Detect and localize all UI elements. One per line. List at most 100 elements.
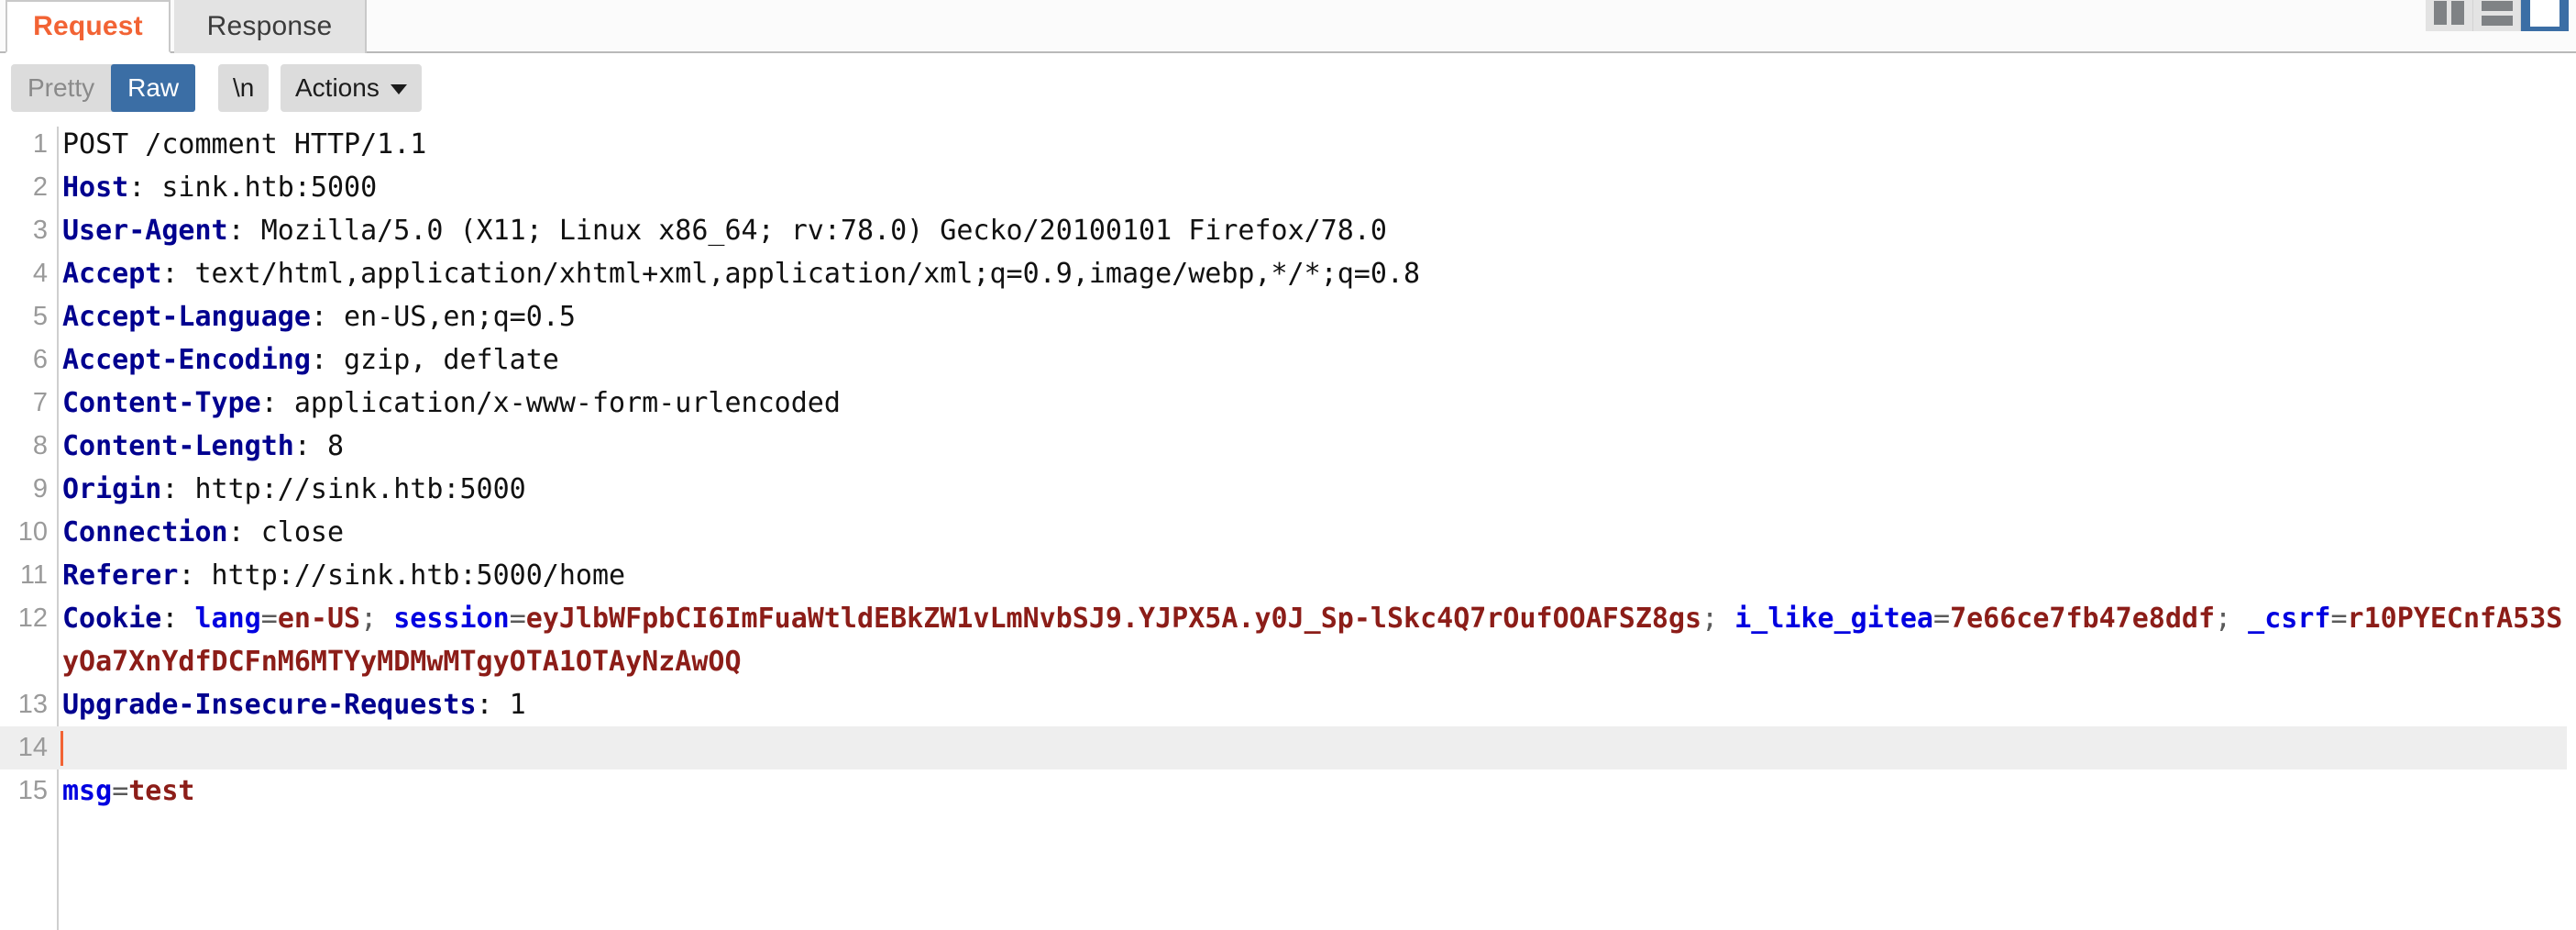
code-token-cval: eyJlbWFpbCI6ImFuaWtldEBkZW1vLmNvbSJ9.YJP…	[525, 603, 1702, 635]
code-token-sep: =	[260, 603, 278, 635]
message-tab-strip: Request Response	[0, 0, 2576, 53]
code-line[interactable]: 1 POST /comment HTTP/1.1	[0, 123, 2576, 166]
line-number: 5	[32, 302, 48, 331]
view-mode-toggle-group: Pretty Raw	[11, 64, 196, 112]
code-line[interactable]: 3 User-Agent: Mozilla/5.0 (X11; Linux x86…	[0, 209, 2576, 252]
code-token-hdr: Connection	[62, 516, 228, 548]
line-number: 11	[19, 560, 48, 590]
line-number: 4	[32, 259, 48, 288]
code-token-plain: : http://sink.htb:5000/home	[178, 559, 626, 592]
line-number: 2	[32, 172, 48, 202]
code-token-sep: =	[1933, 603, 1951, 635]
code-line-text: Referer: http://sink.htb:5000/home	[62, 554, 2567, 597]
raw-view-button[interactable]: Raw	[111, 64, 196, 112]
code-token-cval: test	[128, 775, 195, 807]
code-token-plain: : 8	[293, 430, 345, 462]
split-horizontal-button[interactable]	[2473, 0, 2521, 31]
line-number: 3	[32, 216, 48, 245]
newline-toggle-button[interactable]: \n	[218, 64, 270, 112]
code-token-plain: : en-US,en;q=0.5	[310, 301, 576, 333]
code-line-text: Host: sink.htb:5000	[62, 166, 2567, 209]
code-token-plain: : 1	[476, 689, 526, 721]
code-token-hdr: User-Agent	[62, 215, 228, 247]
code-line-text: POST /comment HTTP/1.1	[62, 123, 2567, 166]
layout-button-group	[2426, 0, 2569, 31]
tab-request[interactable]: Request	[6, 0, 171, 53]
http-request-editor: Request Response Pretty Raw \n Actions 1…	[0, 0, 2576, 930]
code-token-ckey: msg	[62, 775, 113, 807]
code-token-hdr: Referer	[62, 559, 179, 592]
tab-request-label: Request	[33, 11, 143, 41]
code-token-hdr: Host	[62, 172, 129, 204]
single-pane-button[interactable]	[2521, 0, 2569, 31]
code-line[interactable]: 15 msg=test	[0, 769, 2576, 813]
code-token-plain: : application/x-www-form-urlencoded	[260, 387, 841, 419]
code-token-hdr: Content-Type	[62, 387, 261, 419]
code-line[interactable]: 14	[0, 726, 2576, 769]
code-token-hdr: Origin	[62, 473, 162, 505]
code-token-sep: ;	[1701, 603, 1735, 635]
code-token-plain: :	[161, 603, 195, 635]
tab-response[interactable]: Response	[174, 0, 367, 53]
code-line-text: User-Agent: Mozilla/5.0 (X11; Linux x86_…	[62, 209, 2567, 252]
code-line[interactable]: 2 Host: sink.htb:5000	[0, 166, 2576, 209]
actions-menu-label: Actions	[295, 73, 380, 102]
code-line[interactable]: 12 Cookie: lang=en-US; session=eyJlbWFpbC…	[0, 597, 2576, 683]
code-line[interactable]: 5 Accept-Language: en-US,en;q=0.5	[0, 295, 2576, 338]
split-horizontal-icon	[2481, 0, 2513, 26]
line-number: 14	[17, 733, 48, 762]
code-line[interactable]: 10 Connection: close	[0, 511, 2576, 554]
code-line[interactable]: 6 Accept-Encoding: gzip, deflate	[0, 338, 2576, 382]
code-token-hdr: Accept-Encoding	[62, 344, 311, 376]
code-token-hdr: Cookie	[62, 603, 162, 635]
code-line-text: Accept-Encoding: gzip, deflate	[62, 338, 2567, 382]
code-line-text: Connection: close	[62, 511, 2567, 554]
split-vertical-button[interactable]	[2426, 0, 2473, 31]
code-token-sep: ;	[360, 603, 394, 635]
code-token-hdr: Content-Length	[62, 430, 294, 462]
line-number: 15	[17, 776, 48, 805]
line-number: 9	[32, 474, 48, 504]
code-line-list: 1 POST /comment HTTP/1.1 2 Host: sink.htb:5…	[0, 123, 2576, 813]
code-line[interactable]: 4 Accept: text/html,application/xhtml+xml…	[0, 252, 2576, 295]
code-line[interactable]: 11 Referer: http://sink.htb:5000/home	[0, 554, 2576, 597]
raw-request-body[interactable]: 1 POST /comment HTTP/1.1 2 Host: sink.htb:5…	[0, 123, 2576, 930]
code-line[interactable]: 9 Origin: http://sink.htb:5000	[0, 468, 2576, 511]
code-token-ckey: session	[393, 603, 510, 635]
code-token-sep: =	[509, 603, 526, 635]
text-caret	[61, 731, 63, 766]
single-pane-icon	[2530, 0, 2559, 27]
line-number: 7	[32, 388, 48, 417]
vertical-scrollbar[interactable]	[2567, 123, 2576, 930]
line-number: 10	[17, 517, 48, 547]
code-line-text: Content-Type: application/x-www-form-url…	[62, 382, 2567, 425]
code-line-text: Upgrade-Insecure-Requests: 1	[62, 683, 2567, 726]
code-token-sep: =	[112, 775, 129, 807]
line-number: 6	[32, 345, 48, 374]
code-line-text: Origin: http://sink.htb:5000	[62, 468, 2567, 511]
code-token-ckey: _csrf	[2248, 603, 2331, 635]
code-token-plain: : gzip, deflate	[310, 344, 559, 376]
code-token-plain: : sink.htb:5000	[128, 172, 378, 204]
code-token-plain: : close	[227, 516, 345, 548]
code-token-ckey: i_like_gitea	[1734, 603, 1933, 635]
code-token-cval: 7e66ce7fb47e8ddf	[1950, 603, 2216, 635]
split-vertical-icon	[2434, 1, 2464, 25]
code-line[interactable]: 13 Upgrade-Insecure-Requests: 1	[0, 683, 2576, 726]
code-token-ckey: lang	[194, 603, 261, 635]
code-token-plain: : http://sink.htb:5000	[161, 473, 526, 505]
pretty-view-button[interactable]: Pretty	[11, 64, 111, 112]
code-line-text: msg=test	[62, 769, 2567, 813]
tab-response-label: Response	[206, 11, 333, 41]
code-line[interactable]: 7 Content-Type: application/x-www-form-ur…	[0, 382, 2576, 425]
code-line-text: Accept-Language: en-US,en;q=0.5	[62, 295, 2567, 338]
code-line-text: Accept: text/html,application/xhtml+xml,…	[62, 252, 2567, 295]
pretty-view-label: Pretty	[28, 73, 95, 102]
line-number: 12	[17, 603, 48, 633]
actions-menu-button[interactable]: Actions	[281, 64, 422, 112]
code-line-text: Content-Length: 8	[62, 425, 2567, 468]
code-line[interactable]: 8 Content-Length: 8	[0, 425, 2576, 468]
line-number: 13	[17, 690, 48, 719]
code-token-hdr: Upgrade-Insecure-Requests	[62, 689, 477, 721]
code-token-plain: : text/html,application/xhtml+xml,applic…	[161, 258, 1421, 290]
